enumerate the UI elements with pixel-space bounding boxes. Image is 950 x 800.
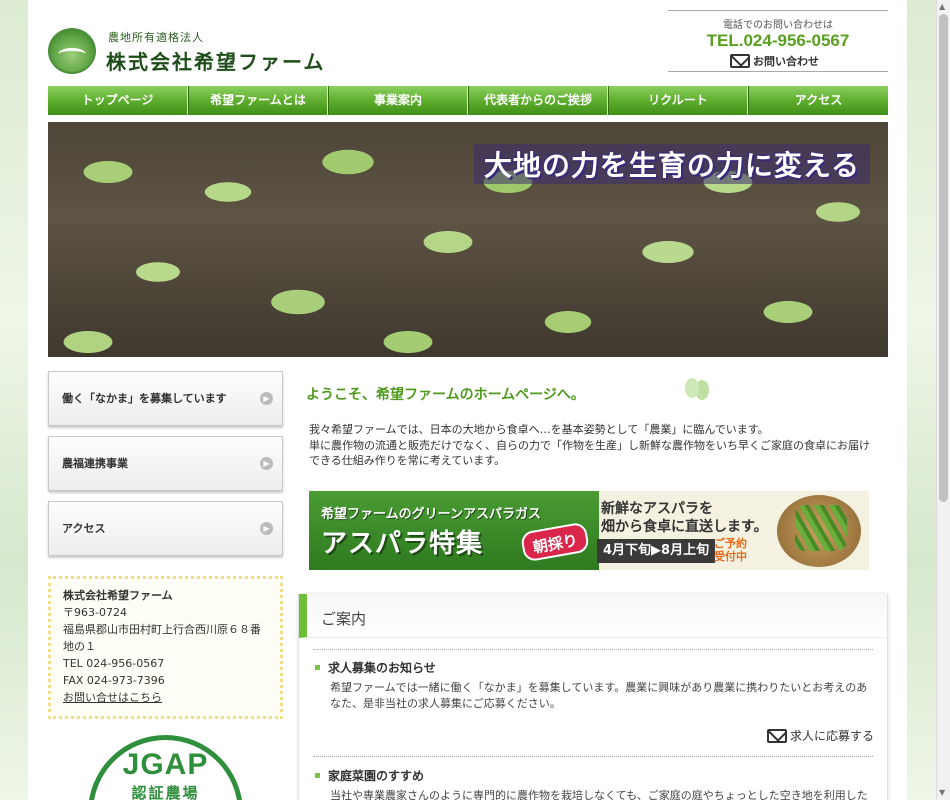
nav-item-about[interactable]: 希望ファームとは bbox=[188, 86, 328, 115]
chevron-right-icon: ▶ bbox=[260, 457, 273, 470]
jgap-badge[interactable]: JGAP 認証農場 bbox=[88, 735, 243, 800]
nav-item-recruit[interactable]: リクルート bbox=[608, 86, 748, 115]
bullet-icon bbox=[315, 665, 320, 670]
banner-reserve-line-1: ご予約 bbox=[714, 537, 747, 550]
hero-caption: 大地の力を生育の力に変える bbox=[473, 144, 870, 184]
scrollbar-thumb[interactable] bbox=[939, 14, 948, 502]
asparagus-banner[interactable]: 希望ファームのグリーンアスパラガス アスパラ特集 朝採り 新鮮なアスパラを 畑か… bbox=[309, 491, 869, 570]
logo-subtitle: 農地所有適格法人 bbox=[108, 31, 204, 44]
banner-copy-line-2: 畑から食卓に直送します。 bbox=[601, 519, 768, 535]
welcome-heading: ようこそ、希望ファームのホームページへ。 bbox=[306, 387, 585, 403]
bullet-icon bbox=[315, 773, 320, 778]
asparagus-image bbox=[777, 495, 861, 567]
info-header: ご案内 bbox=[299, 594, 887, 638]
company-name: 株式会社希望ファーム bbox=[63, 589, 173, 602]
company-info-box: 株式会社希望ファーム 〒963-0724 福島県郡山市田村町上行合西川原６８番地… bbox=[48, 576, 283, 719]
nav-item-business[interactable]: 事業案内 bbox=[328, 86, 468, 115]
intro-line-1: 我々希望ファームでは、日本の大地から食卓へ…を基本姿勢として「農業」に臨んでいま… bbox=[309, 423, 769, 436]
header-contact: 電話でのお問い合わせは TEL.024-956-0567 お問い合わせ bbox=[668, 10, 888, 72]
chevron-right-icon: ▶ bbox=[260, 522, 273, 535]
scroll-down-icon[interactable]: ▼ bbox=[939, 788, 945, 798]
banner-reserve: ご予約 受付中 bbox=[714, 537, 747, 563]
info-item-title[interactable]: 家庭菜園のすすめ bbox=[315, 767, 424, 784]
company-tel: TEL 024-956-0567 bbox=[63, 657, 165, 670]
jgap-subtitle: 認証農場 bbox=[131, 784, 200, 800]
banner-copy-line-1: 新鮮なアスパラを bbox=[601, 501, 713, 517]
sidebar-button-label: 働く「なかま」を募集しています bbox=[62, 392, 227, 405]
info-item-title-text: 家庭菜園のすすめ bbox=[328, 769, 425, 783]
info-item-title-text: 求人募集のお知らせ bbox=[328, 661, 436, 675]
page: 農地所有適格法人 株式会社希望ファーム 電話でのお問い合わせは TEL.024-… bbox=[28, 0, 907, 800]
info-title: ご案内 bbox=[321, 610, 367, 628]
banner-copy: 新鮮なアスパラを 畑から食卓に直送します。 bbox=[601, 500, 768, 536]
contact-phone[interactable]: TEL.024-956-0567 bbox=[668, 31, 888, 51]
background-left bbox=[0, 0, 28, 800]
banner-title: アスパラ特集 bbox=[321, 529, 484, 559]
company-zip: 〒963-0724 bbox=[63, 606, 127, 619]
info-item-body: 当社や専業農家さんのように専門的に農作物を栽培しなくても、ご家庭の庭やちょっとし… bbox=[330, 789, 868, 800]
global-nav: トップページ 希望ファームとは 事業案内 代表者からのご挨拶 リクルート アクセ… bbox=[48, 86, 888, 115]
info-item-body: 希望ファームでは一緒に働く「なかま」を募集しています。農業に興味があり農業に携わ… bbox=[330, 681, 868, 710]
banner-subtitle: 希望ファームのグリーンアスパラガス bbox=[321, 507, 541, 522]
company-address: 福島県郡山市田村町上行合西川原６８番地の１ bbox=[63, 623, 261, 653]
apply-link-label: 求人に応募する bbox=[790, 729, 875, 743]
nav-item-greeting[interactable]: 代表者からのご挨拶 bbox=[468, 86, 608, 115]
intro-line-2: 単に農作物の流通と販売だけでなく、自らの力で「作物を生産」し新鮮な農作物をいち早… bbox=[309, 438, 870, 468]
intro-text: 我々希望ファームでは、日本の大地から食卓へ…を基本姿勢として「農業」に臨んでいま… bbox=[309, 422, 874, 469]
logo-emblem-icon bbox=[48, 28, 96, 74]
banner-date: 4月下旬▶8月上旬 bbox=[597, 539, 716, 563]
divider bbox=[313, 649, 873, 650]
contact-caption: 電話でのお問い合わせは bbox=[723, 20, 833, 31]
sidebar-button-agri-welfare[interactable]: 農福連携事業 ▶ bbox=[48, 436, 283, 491]
logo-company-name: 株式会社希望ファーム bbox=[106, 50, 326, 74]
sidebar-button-label: 農福連携事業 bbox=[62, 457, 128, 470]
contact-mail-label: お問い合わせ bbox=[753, 55, 819, 68]
company-contact-link[interactable]: お問い合せはこちら bbox=[63, 689, 268, 706]
background-right bbox=[907, 0, 936, 800]
sidebar-button-recruit[interactable]: 働く「なかま」を募集しています ▶ bbox=[48, 371, 283, 426]
nav-item-access[interactable]: アクセス bbox=[748, 86, 888, 115]
hero-image: 大地の力を生育の力に変える bbox=[48, 122, 888, 357]
contact-mail-link[interactable]: お問い合わせ bbox=[730, 53, 819, 69]
vertical-scrollbar[interactable]: ▲ ▼ bbox=[936, 0, 950, 800]
site-logo[interactable]: 農地所有適格法人 株式会社希望ファーム bbox=[48, 26, 348, 78]
chevron-right-icon: ▶ bbox=[260, 392, 273, 405]
apply-link[interactable]: 求人に応募する bbox=[767, 727, 874, 744]
info-box: ご案内 求人募集のお知らせ 希望ファームでは一緒に働く「なかま」を募集しています… bbox=[298, 594, 888, 800]
sidebar-button-access[interactable]: アクセス ▶ bbox=[48, 501, 283, 556]
sidebar-button-label: アクセス bbox=[62, 522, 106, 535]
mail-icon bbox=[730, 54, 750, 68]
company-fax: FAX 024-973-7396 bbox=[63, 674, 165, 687]
leaf-icon bbox=[680, 374, 714, 404]
mail-icon bbox=[767, 729, 787, 743]
divider bbox=[313, 756, 873, 757]
info-item-title[interactable]: 求人募集のお知らせ bbox=[315, 659, 436, 676]
scroll-up-icon[interactable]: ▲ bbox=[939, 2, 945, 12]
banner-reserve-line-2: 受付中 bbox=[714, 550, 747, 563]
nav-item-top[interactable]: トップページ bbox=[48, 86, 188, 115]
jgap-title: JGAP bbox=[122, 748, 209, 781]
